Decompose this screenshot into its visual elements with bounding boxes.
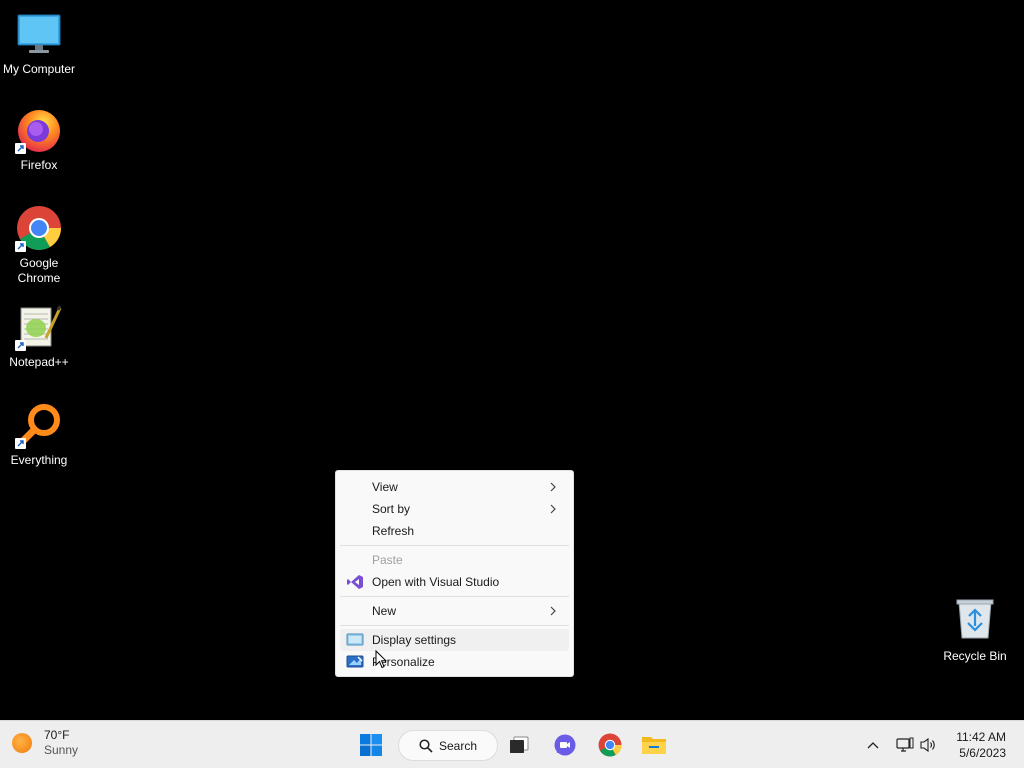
- menu-separator: [340, 625, 569, 626]
- show-hidden-icons-button[interactable]: [862, 729, 884, 761]
- shortcut-arrow-icon: [15, 340, 26, 351]
- taskbar-clock[interactable]: 11:42 AM 5/6/2023: [956, 729, 1006, 761]
- desktop-icon-recycle-bin[interactable]: Recycle Bin: [940, 596, 1010, 663]
- task-view-icon: [510, 736, 529, 753]
- notepadpp-icon: [15, 303, 63, 351]
- desktop-icon-label: Everything: [10, 453, 68, 467]
- menu-item-label: View: [372, 480, 398, 494]
- menu-item-label: Refresh: [372, 524, 415, 538]
- desktop-icon-label: Recycle Bin: [943, 649, 1007, 663]
- menu-item-sort-by[interactable]: Sort by: [340, 498, 569, 520]
- menu-item-label: Paste: [372, 553, 403, 567]
- menu-item-label: New: [372, 604, 397, 618]
- menu-item-display-settings[interactable]: Display settings: [340, 629, 569, 651]
- chevron-up-icon: [867, 742, 879, 749]
- chevron-right-icon: [550, 606, 556, 616]
- clock-date: 5/6/2023: [959, 746, 1006, 760]
- display-settings-icon: [346, 633, 364, 646]
- volume-icon: [920, 737, 935, 753]
- sun-icon: [12, 733, 32, 753]
- menu-item-open-visual-studio[interactable]: Open with Visual Studio: [340, 571, 569, 593]
- desktop-icon-notepadpp[interactable]: Notepad++: [0, 303, 78, 370]
- desktop-icon-chrome[interactable]: Google Chrome: [0, 204, 78, 286]
- desktop-icon-my-computer[interactable]: My Computer: [0, 10, 78, 77]
- search-label: Search: [439, 738, 478, 753]
- taskbar-search[interactable]: Search: [398, 730, 498, 761]
- weather-widget[interactable]: 70°F Sunny: [12, 728, 78, 758]
- recycle-bin-icon: [955, 596, 995, 645]
- search-icon: [419, 738, 433, 753]
- network-icon: [896, 737, 914, 752]
- shortcut-arrow-icon: [15, 241, 26, 252]
- clock-time: 11:42 AM: [956, 730, 1006, 744]
- chrome-icon: [15, 204, 63, 252]
- network-button[interactable]: [892, 729, 918, 761]
- task-view-button[interactable]: [503, 729, 535, 761]
- folder-icon: [642, 737, 666, 754]
- windows-logo-icon: [360, 734, 382, 756]
- desktop-icon-firefox[interactable]: Firefox: [0, 106, 78, 173]
- menu-separator: [340, 596, 569, 597]
- chevron-right-icon: [550, 482, 556, 492]
- menu-item-label: Open with Visual Studio: [372, 575, 500, 589]
- menu-item-new[interactable]: New: [340, 600, 569, 622]
- taskbar: 70°F Sunny Search 11:42 AM 5/6/2023: [0, 720, 1024, 768]
- menu-item-label: Sort by: [372, 502, 411, 516]
- teams-chat-icon: [554, 734, 576, 756]
- desktop-context-menu: View Sort by Refresh Paste Open with Vis…: [335, 470, 574, 677]
- volume-button[interactable]: [918, 729, 940, 761]
- desktop-icon-everything[interactable]: Everything: [0, 401, 78, 468]
- weather-temperature: 70°F: [44, 728, 70, 742]
- mouse-cursor-icon: [375, 649, 388, 674]
- desktop-icon-label: Notepad++: [9, 355, 69, 369]
- menu-separator: [340, 545, 569, 546]
- teams-chat-button[interactable]: [549, 729, 581, 761]
- monitor-icon: [15, 10, 63, 58]
- desktop-icon-label: Firefox: [20, 158, 58, 172]
- firefox-icon: [15, 106, 63, 154]
- menu-item-paste: Paste: [340, 549, 569, 571]
- chrome-icon: [598, 733, 622, 757]
- desktop-icon-label: Google Chrome: [17, 256, 61, 285]
- shortcut-arrow-icon: [15, 438, 26, 449]
- taskbar-chrome-button[interactable]: [594, 729, 626, 761]
- everything-icon: [15, 401, 63, 449]
- chevron-right-icon: [550, 504, 556, 514]
- shortcut-arrow-icon: [15, 143, 26, 154]
- weather-condition: Sunny: [44, 743, 79, 757]
- menu-item-label: Display settings: [372, 633, 457, 647]
- start-button[interactable]: [355, 729, 387, 761]
- file-explorer-button[interactable]: [638, 729, 670, 761]
- system-tray: [862, 721, 940, 768]
- menu-item-refresh[interactable]: Refresh: [340, 520, 569, 542]
- desktop-icon-label: My Computer: [2, 62, 76, 76]
- menu-item-view[interactable]: View: [340, 476, 569, 498]
- visual-studio-icon: [347, 575, 363, 589]
- personalize-icon: [346, 655, 364, 668]
